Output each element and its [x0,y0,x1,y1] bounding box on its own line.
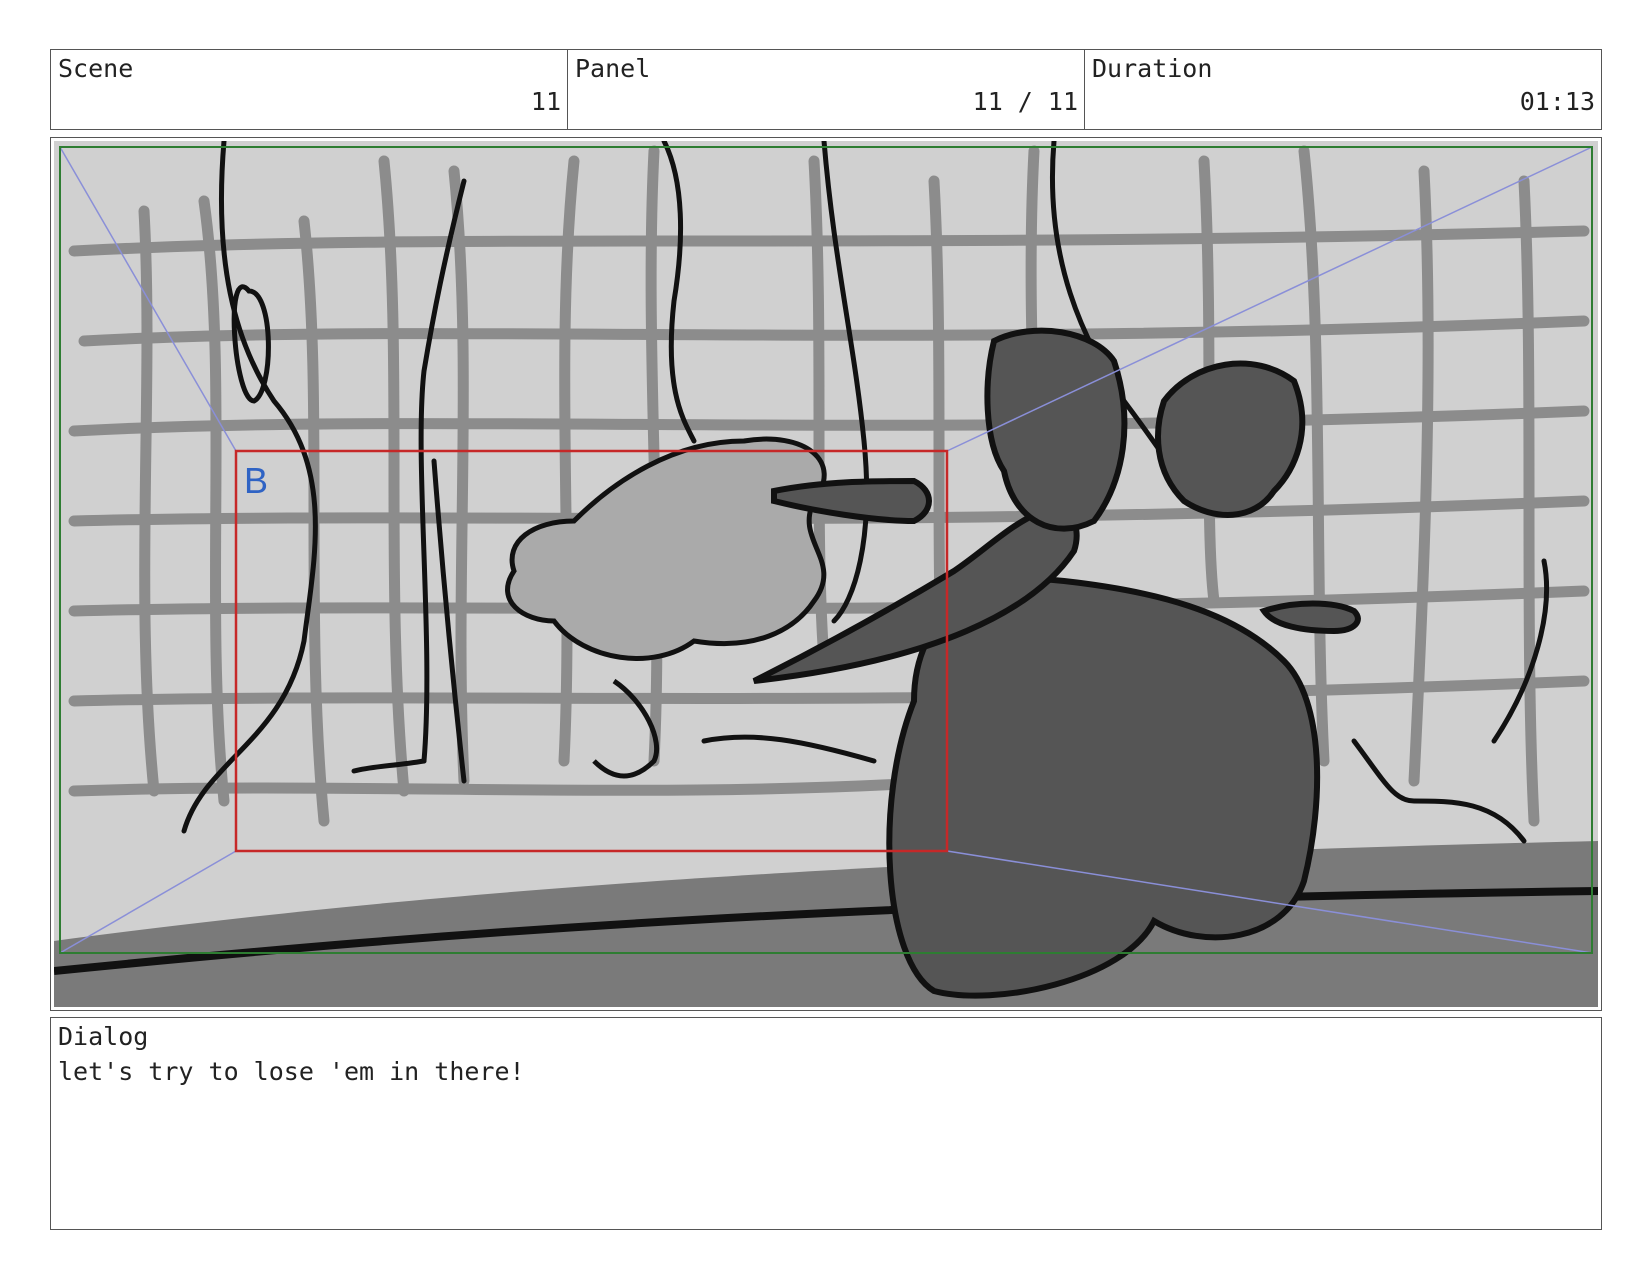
scene-number: 11 [530,87,561,116]
camera-box-label: B [244,460,268,501]
dialog-text: let's try to lose 'em in there! [58,1057,525,1086]
dialog-label: Dialog [58,1022,149,1051]
scene-label: Scene [58,54,134,83]
storyboard-panel-frame: B [50,137,1602,1011]
duration-label: Duration [1092,54,1213,83]
dialog-box: Dialog let's try to lose 'em in there! [50,1017,1602,1230]
storyboard-header: Scene 11 Panel 11 / 11 Duration 01:13 [50,49,1602,130]
scene-cell: Scene 11 [51,50,568,129]
duration-cell: Duration 01:13 [1085,50,1601,129]
panel-number: 11 / 11 [972,87,1078,116]
duration-value: 01:13 [1519,87,1595,116]
panel-cell: Panel 11 / 11 [568,50,1085,129]
panel-sketch: B [54,141,1598,1007]
panel-label: Panel [575,54,651,83]
